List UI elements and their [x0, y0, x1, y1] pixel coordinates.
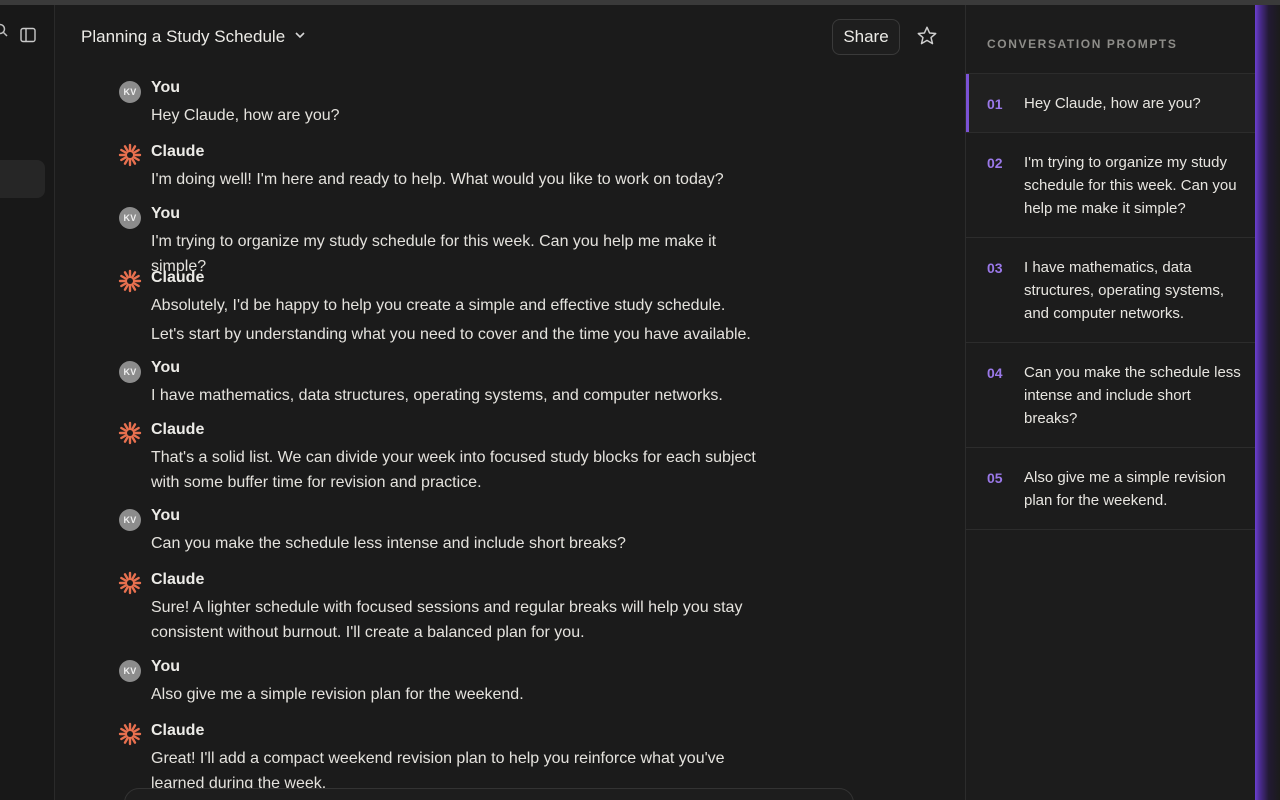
- sidebar-toggle-icon[interactable]: [20, 27, 36, 48]
- prompt-number: 03: [987, 260, 1003, 276]
- claude-logo-icon: [118, 571, 142, 595]
- chevron-down-icon: [293, 28, 307, 47]
- prompt-item-01[interactable]: 01 Hey Claude, how are you?: [966, 73, 1258, 132]
- claude-logo-icon: [118, 722, 142, 746]
- star-icon[interactable]: [916, 25, 940, 49]
- message-text: I'm trying to organize my study schedule…: [151, 229, 771, 279]
- prompt-number: 01: [987, 96, 1003, 112]
- prompt-item-02[interactable]: 02 I'm trying to organize my study schedu…: [966, 132, 1258, 237]
- left-rail: [0, 5, 55, 800]
- prompt-number: 02: [987, 155, 1003, 171]
- message-paragraph: I'm doing well! I'm here and ready to he…: [151, 171, 724, 188]
- message-text: Absolutely, I'd be happy to help you cre…: [151, 293, 771, 347]
- message-sender: Claude: [151, 722, 205, 739]
- avatar: KV: [119, 81, 141, 103]
- prompt-text: I'm trying to organize my study schedule…: [1024, 154, 1237, 217]
- avatar: KV: [119, 660, 141, 682]
- message-sender: You: [151, 359, 181, 376]
- conversation-prompts-panel: CONVERSATION PROMPTS 01 Hey Claude, how a…: [965, 5, 1258, 800]
- message-text: Can you make the schedule less intense a…: [151, 531, 771, 556]
- chat-main: Planning a Study Schedule Share KV You Hey…: [56, 5, 964, 800]
- message-text: Hey Claude, how are you?: [151, 103, 771, 128]
- message-sender: Claude: [151, 421, 205, 438]
- share-button[interactable]: Share: [832, 19, 900, 55]
- message-composer[interactable]: [124, 788, 854, 800]
- message-paragraph: Sure! A lighter schedule with focused se…: [151, 599, 743, 641]
- prompt-number: 05: [987, 470, 1003, 486]
- message-sender: You: [151, 658, 181, 675]
- prompt-item-05[interactable]: 05 Also give me a simple revision plan fo…: [966, 447, 1258, 530]
- prompt-item-04[interactable]: 04 Can you make the schedule less intense…: [966, 342, 1258, 447]
- message-paragraph: Hey Claude, how are you?: [151, 107, 340, 124]
- claude-logo-icon: [118, 143, 142, 167]
- message-text: I'm doing well! I'm here and ready to he…: [151, 167, 771, 192]
- avatar: KV: [119, 207, 141, 229]
- message-text: I have mathematics, data structures, ope…: [151, 383, 771, 408]
- message-paragraph: Can you make the schedule less intense a…: [151, 535, 626, 552]
- prompt-text: Can you make the schedule less intense a…: [1024, 364, 1241, 427]
- message-paragraph: I have mathematics, data structures, ope…: [151, 387, 723, 404]
- prompt-item-03[interactable]: 03 I have mathematics, data structures, o…: [966, 237, 1258, 342]
- prompt-number: 04: [987, 365, 1003, 381]
- message-sender: You: [151, 79, 181, 96]
- chat-title-menu[interactable]: Planning a Study Schedule: [81, 23, 307, 51]
- prompt-list: 01 Hey Claude, how are you? 02 I'm trying t…: [966, 73, 1258, 530]
- message-sender: Claude: [151, 571, 205, 588]
- message-sender: You: [151, 507, 181, 524]
- message-paragraph: I'm trying to organize my study schedule…: [151, 233, 717, 275]
- claude-logo-icon: [118, 269, 142, 293]
- message-text: That's a solid list. We can divide your …: [151, 445, 771, 495]
- search-icon[interactable]: [0, 23, 10, 44]
- sidebar-item-active[interactable]: [0, 160, 45, 198]
- avatar: KV: [119, 361, 141, 383]
- claude-logo-icon: [118, 421, 142, 445]
- message-sender: You: [151, 205, 181, 222]
- panel-heading: CONVERSATION PROMPTS: [987, 37, 1178, 51]
- page-title: Planning a Study Schedule: [81, 27, 286, 46]
- message-text: Sure! A lighter schedule with focused se…: [151, 595, 771, 645]
- prompt-text: Hey Claude, how are you?: [1024, 95, 1201, 112]
- prompt-text: Also give me a simple revision plan for …: [1024, 469, 1226, 509]
- message-sender: Claude: [151, 269, 205, 286]
- message-paragraph: Also give me a simple revision plan for …: [151, 686, 524, 703]
- message-paragraph: Let's start by understanding what you ne…: [151, 326, 751, 343]
- message-sender: Claude: [151, 143, 205, 160]
- message-text: Also give me a simple revision plan for …: [151, 682, 771, 707]
- prompt-text: I have mathematics, data structures, ope…: [1024, 259, 1225, 322]
- message-paragraph: That's a solid list. We can divide your …: [151, 449, 756, 491]
- avatar: KV: [119, 509, 141, 531]
- message-paragraph: Absolutely, I'd be happy to help you cre…: [151, 297, 726, 314]
- window-edge-glow: [1255, 5, 1280, 800]
